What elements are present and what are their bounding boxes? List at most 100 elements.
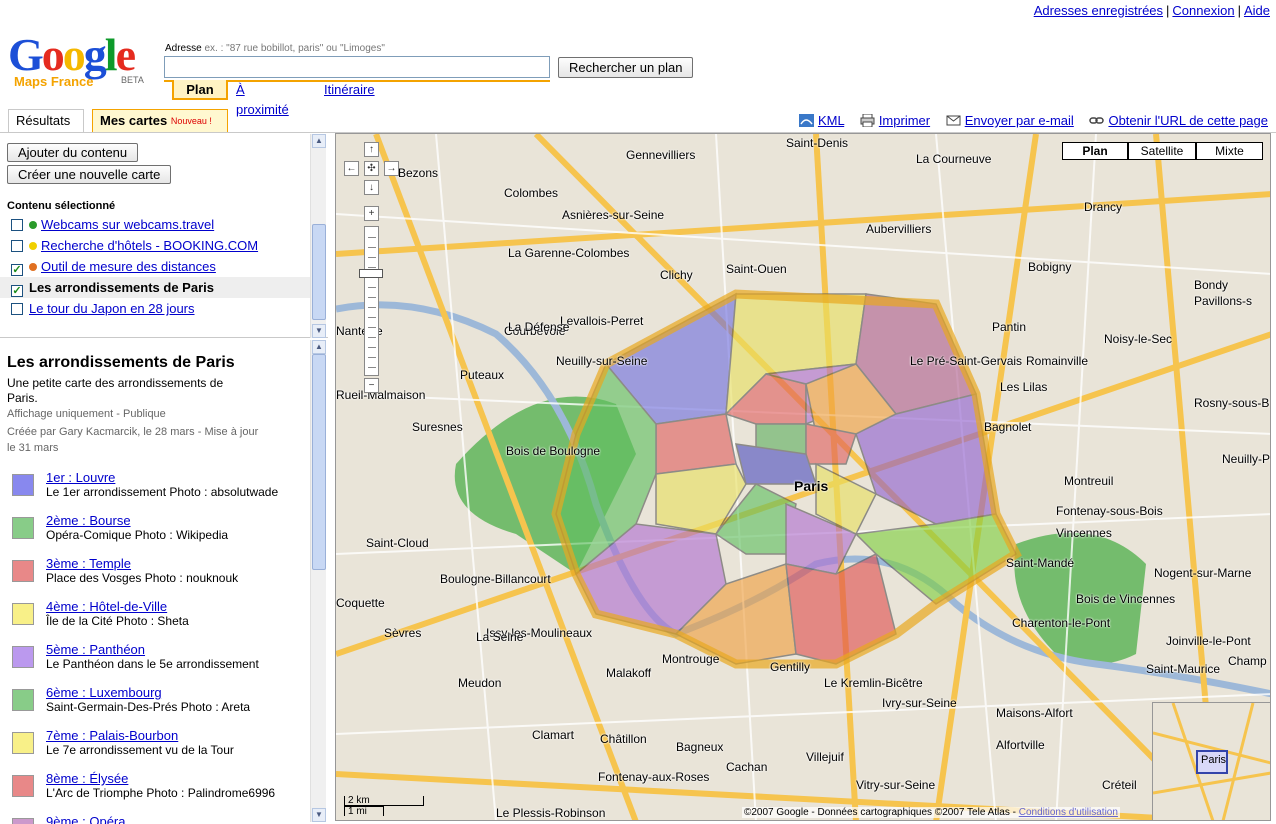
- list-item[interactable]: Webcams sur webcams.travel: [0, 214, 310, 235]
- arrondissement-link[interactable]: 8ème : Élysée: [46, 771, 128, 786]
- pan-left-icon[interactable]: ←: [344, 161, 359, 176]
- place-label: Champ: [1228, 654, 1267, 668]
- list-item[interactable]: 4ème : Hôtel-de-Ville Île de la Cité Phot…: [12, 597, 308, 640]
- map-type-satellite-button[interactable]: Satellite: [1128, 142, 1196, 160]
- map-type-plan-button[interactable]: Plan: [1062, 142, 1128, 160]
- sign-in-link[interactable]: Connexion: [1172, 3, 1234, 18]
- create-map-button[interactable]: Créer une nouvelle carte: [7, 165, 172, 184]
- saved-addresses-link[interactable]: Adresses enregistrées: [1034, 3, 1163, 18]
- list-item[interactable]: 7ème : Palais-Bourbon Le 7e arrondissemen…: [12, 726, 308, 769]
- terms-link[interactable]: Conditions d'utilisation: [1019, 807, 1118, 818]
- checkbox[interactable]: [11, 303, 23, 315]
- place-label: Ivry-sur-Seine: [882, 696, 957, 710]
- overview-map[interactable]: Paris: [1152, 702, 1270, 820]
- content-item-label[interactable]: Outil de mesure des distances: [41, 259, 216, 274]
- scroll-down-arrow-icon[interactable]: ▼: [312, 324, 326, 338]
- google-maps-logo[interactable]: Google Maps France BETA: [8, 32, 158, 92]
- color-swatch: [12, 689, 34, 711]
- arrondissement-description: Place des Vosges Photo : nouknouk: [46, 571, 239, 585]
- content-scrollbar[interactable]: ▲ ▼: [310, 134, 326, 338]
- tab-plan[interactable]: Plan: [172, 80, 228, 100]
- address-search-input[interactable]: [164, 56, 550, 78]
- details-scrollbar[interactable]: ▲ ▼: [310, 340, 326, 822]
- email-link[interactable]: Envoyer par e-mail: [965, 113, 1074, 128]
- color-swatch: [12, 517, 34, 539]
- help-link[interactable]: Aide: [1244, 3, 1270, 18]
- list-item[interactable]: 8ème : Élysée L'Arc de Triomphe Photo : P…: [12, 769, 308, 812]
- list-item[interactable]: Recherche d'hôtels - BOOKING.COM: [0, 235, 310, 256]
- content-item-label[interactable]: Recherche d'hôtels - BOOKING.COM: [41, 238, 258, 253]
- content-item-label[interactable]: Le tour du Japon en 28 jours: [29, 301, 195, 316]
- place-label: Pavillons-s: [1194, 294, 1253, 308]
- search-map-button[interactable]: Rechercher un plan: [558, 57, 694, 78]
- scale-bar: 2 km 1 mi: [344, 796, 424, 817]
- city-label-paris: Paris: [794, 478, 829, 494]
- selected-content-list: Webcams sur webcams.travel Recherche d'h…: [0, 214, 310, 319]
- scroll-thumb[interactable]: [312, 354, 326, 570]
- list-item[interactable]: 1er : Louvre Le 1er arrondissement Photo …: [12, 468, 308, 511]
- add-content-button[interactable]: Ajouter du contenu: [7, 143, 139, 162]
- map-created-info: Créée par Gary Kacmarcik, le 28 mars - M…: [7, 426, 259, 454]
- arrondissement-link[interactable]: 4ème : Hôtel-de-Ville: [46, 599, 167, 614]
- yellow-dot-icon: [29, 242, 37, 250]
- scroll-down-arrow-icon[interactable]: ▼: [312, 808, 326, 822]
- list-item[interactable]: 5ème : Panthéon Le Panthéon dans le 5e ar…: [12, 640, 308, 683]
- place-label: Malakoff: [606, 666, 652, 680]
- print-link[interactable]: Imprimer: [879, 113, 930, 128]
- arrondissement-link[interactable]: 7ème : Palais-Bourbon: [46, 728, 178, 743]
- place-label: Villejuif: [806, 750, 844, 764]
- scroll-up-arrow-icon[interactable]: ▲: [312, 340, 326, 354]
- color-swatch: [12, 732, 34, 754]
- checkbox-checked[interactable]: ✓: [11, 285, 23, 297]
- place-label: Levallois-Perret: [560, 314, 644, 328]
- place-label: Saint-Cloud: [366, 536, 429, 550]
- zoom-in-icon[interactable]: +: [364, 206, 379, 221]
- pan-down-icon[interactable]: ↓: [364, 180, 379, 195]
- place-label: Charenton-le-Pont: [1012, 616, 1111, 630]
- kml-link[interactable]: KML: [818, 113, 844, 128]
- content-item-label[interactable]: Webcams sur webcams.travel: [41, 217, 214, 232]
- scroll-thumb[interactable]: [312, 224, 326, 320]
- checkbox[interactable]: [11, 240, 23, 252]
- address-label: Adresse ex. : "87 rue bobillot, paris" o…: [165, 43, 385, 54]
- list-item[interactable]: ✓ Outil de mesure des distances: [0, 256, 310, 277]
- tab-my-maps[interactable]: Mes cartes Nouveau !: [92, 109, 228, 133]
- arrondissement-link[interactable]: 5ème : Panthéon: [46, 642, 145, 657]
- arrondissement-link[interactable]: 3ème : Temple: [46, 556, 131, 571]
- map-type-hybrid-button[interactable]: Mixte: [1196, 142, 1263, 160]
- tab-results[interactable]: Résultats: [8, 109, 84, 133]
- map-visibility: Affichage uniquement - Publique: [7, 408, 166, 420]
- beta-badge: BETA: [121, 75, 144, 85]
- checkbox-checked[interactable]: ✓: [11, 264, 23, 276]
- zoom-slider-thumb[interactable]: [359, 269, 383, 278]
- place-label: Nogent-sur-Marne: [1154, 566, 1252, 580]
- tab-directions[interactable]: Itinéraire: [324, 80, 375, 100]
- pan-right-icon[interactable]: →: [384, 161, 399, 176]
- zoom-out-icon[interactable]: −: [364, 378, 379, 393]
- list-item[interactable]: 9ème : Opéra: [12, 812, 308, 824]
- map-canvas[interactable]: Gennevilliers Saint-Denis La Courneuve Bezo…: [335, 133, 1271, 821]
- recenter-icon[interactable]: ✣: [364, 161, 379, 176]
- place-label: Sèvres: [384, 626, 422, 640]
- checkbox[interactable]: [11, 219, 23, 231]
- content-item-label: Les arrondissements de Paris: [29, 280, 214, 295]
- arrondissement-link[interactable]: 2ème : Bourse: [46, 513, 131, 528]
- list-item[interactable]: Le tour du Japon en 28 jours: [0, 298, 310, 319]
- arrondissement-link[interactable]: 9ème : Opéra: [46, 814, 126, 824]
- page-url-link[interactable]: Obtenir l'URL de cette page: [1108, 113, 1268, 128]
- zoom-slider-track[interactable]: [364, 226, 379, 376]
- list-item[interactable]: 3ème : Temple Place des Vosges Photo : no…: [12, 554, 308, 597]
- pan-up-icon[interactable]: ↑: [364, 142, 379, 157]
- tab-nearby[interactable]: À proximité: [236, 80, 289, 117]
- scroll-up-arrow-icon[interactable]: ▲: [312, 134, 326, 148]
- list-item-active[interactable]: ✓ Les arrondissements de Paris: [0, 277, 310, 298]
- address-example: ex. : "87 rue bobillot, paris" ou "Limog…: [204, 43, 385, 54]
- list-item[interactable]: 2ème : Bourse Opéra-Comique Photo : Wikip…: [12, 511, 308, 554]
- place-label: Cachan: [726, 760, 768, 774]
- place-label: Romainville: [1026, 354, 1089, 368]
- arrondissement-link[interactable]: 1er : Louvre: [46, 470, 115, 485]
- map-copyright: ©2007 Google - Données cartographiques ©…: [742, 807, 1120, 818]
- place-label: Noisy-le-Sec: [1104, 332, 1173, 346]
- arrondissement-link[interactable]: 6ème : Luxembourg: [46, 685, 162, 700]
- list-item[interactable]: 6ème : Luxembourg Saint-Germain-Des-Prés …: [12, 683, 308, 726]
